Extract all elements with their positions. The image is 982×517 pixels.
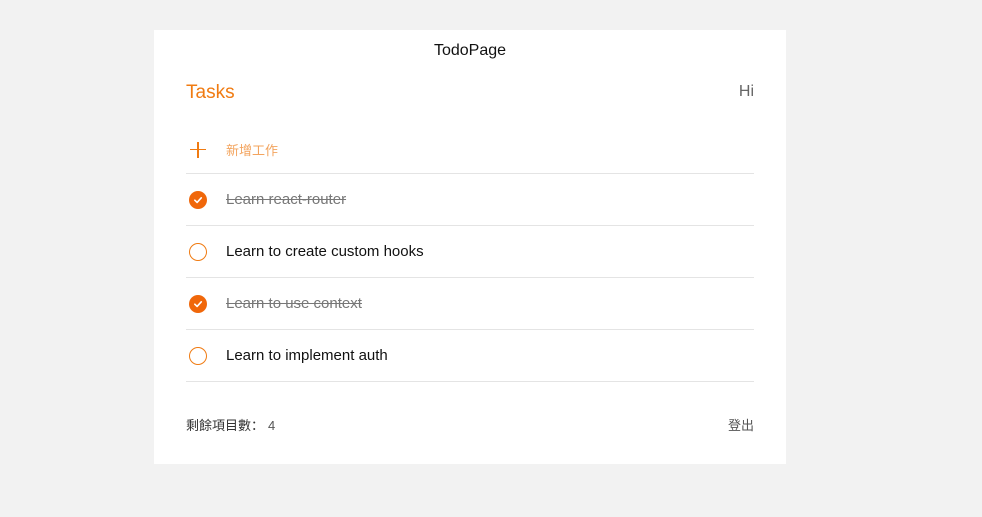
todo-item: Learn to create custom hooks — [186, 226, 754, 278]
remaining-count: 剩餘項目數： 4 — [186, 415, 275, 434]
todo-text: Learn to create custom hooks — [226, 243, 424, 260]
checkmark-icon — [194, 196, 203, 203]
todo-card: TodoPage Tasks Hi 新增工作 Learn react-route… — [154, 30, 786, 464]
todo-text: Learn to use context — [226, 295, 362, 312]
tasks-heading: Tasks — [186, 82, 235, 103]
todo-item: Learn to use context — [186, 278, 754, 330]
checkmark-icon — [194, 300, 203, 307]
todo-checkbox[interactable] — [189, 346, 207, 365]
logout-button[interactable]: 登出 — [728, 415, 754, 434]
todo-item: Learn to implement auth — [186, 330, 754, 382]
remaining-count-value: 4 — [268, 418, 276, 433]
plus-icon — [186, 138, 210, 162]
remaining-label: 剩餘項目數： — [186, 418, 265, 433]
todo-text: Learn to implement auth — [226, 347, 388, 364]
todo-checkbox[interactable] — [189, 190, 207, 209]
footer: 剩餘項目數： 4 登出 — [186, 415, 754, 434]
add-task-button[interactable]: 新增工作 — [186, 126, 754, 174]
todo-item: Learn react-router — [186, 174, 754, 226]
todo-checkbox[interactable] — [189, 294, 207, 313]
todo-text: Learn react-router — [226, 191, 347, 208]
todo-list: 新增工作 Learn react-router Learn to create … — [186, 126, 754, 382]
todo-checkbox[interactable] — [189, 242, 207, 261]
greeting-text: Hi — [738, 83, 754, 100]
page-title: TodoPage — [433, 42, 507, 59]
add-task-label: 新增工作 — [226, 143, 279, 158]
